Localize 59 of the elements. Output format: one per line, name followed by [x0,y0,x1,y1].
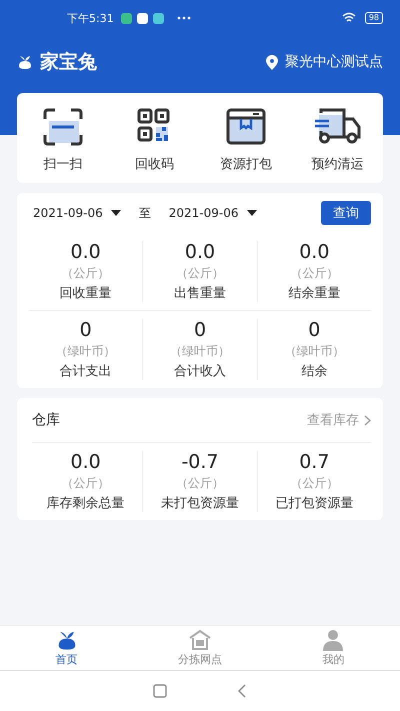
stat-unit: （公斤） [62,265,110,282]
scan-icon [40,107,85,147]
notification-icon [152,12,164,24]
action-item[interactable]: 资源打包 [200,107,292,173]
stat-value: 0 [308,319,320,341]
stat-value: 0 [80,319,92,341]
logo-icon [17,54,33,70]
home-key-icon[interactable] [153,684,167,698]
stat-unit: （绿叶币） [170,343,230,360]
stat-value: 0.0 [184,241,216,263]
stat-value: 0 [194,319,206,341]
action-item[interactable]: 扫一扫 [17,107,108,173]
chevron-right-icon [364,414,371,426]
end-date-dropdown[interactable]: 2021-09-06 [168,206,256,220]
app-title: 家宝兔 [40,50,97,75]
stat-label: 未打包资源量 [160,495,239,512]
stat-label: 库存剩余总量 [46,495,125,512]
stat-unit: （公斤） [290,265,338,282]
action-item[interactable]: 回收码 [108,107,200,173]
stat-value: 0.0 [299,241,330,263]
stat-unit: （公斤） [62,475,110,492]
tab-item[interactable]: 分拣网点 [133,626,267,670]
stat-unit: （绿叶币） [56,343,116,360]
person-icon [322,629,344,651]
stat-value: 0.7 [299,451,330,473]
notification-icon [136,12,148,24]
stat-label: 结余 [301,363,328,380]
location-pin-icon [266,54,278,70]
more-icon [176,16,191,20]
action-item[interactable]: 预约清运 [292,107,383,173]
stat-unit: （公斤） [176,265,224,282]
back-key-icon[interactable] [237,684,247,698]
tab-item[interactable]: 我的 [266,626,400,670]
query-button[interactable]: 查询 [321,201,371,225]
dropdown-arrow-icon [110,210,121,216]
status-time: 下午5:31 [67,10,114,26]
stat-value: 0.0 [70,451,101,473]
stat-label: 结余重量 [288,285,340,302]
stat-value: -0.7 [181,451,219,473]
dropdown-arrow-icon [246,210,256,216]
stat-label: 合计支出 [60,363,112,380]
tab-item[interactable]: 首页 [0,626,134,670]
stat-value: 0.0 [70,241,101,263]
package-icon [224,107,268,147]
start-date-dropdown[interactable]: 2021-09-06 [33,206,121,220]
stat-label: 已打包资源量 [275,495,354,512]
warehouse-title: 仓库 [32,411,60,429]
battery-icon: 98 [364,12,383,24]
stat-unit: （公斤） [176,475,224,492]
stat-label: 合计收入 [174,363,226,380]
stat-unit: （绿叶币） [284,343,344,360]
location-label[interactable]: 聚光中心测试点 [285,53,383,71]
date-separator: 至 [138,204,151,222]
wifi-icon [342,12,356,24]
stat-label: 出售重量 [174,285,226,302]
house-icon [188,629,211,651]
stat-unit: （公斤） [290,475,338,492]
notification-icon [120,12,132,24]
stat-label: 回收重量 [60,285,112,302]
